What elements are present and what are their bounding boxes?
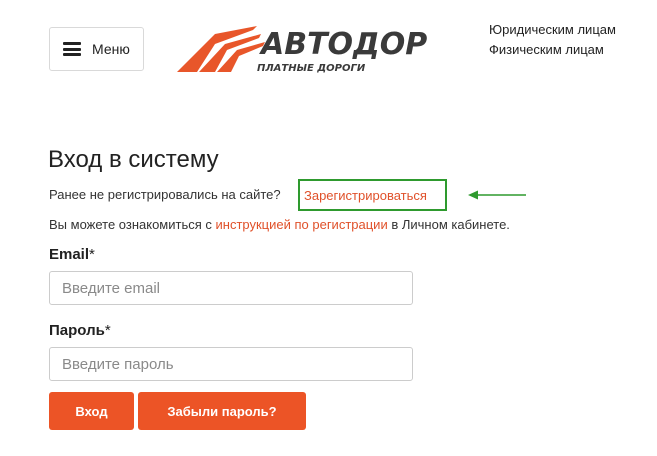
registration-instructions-link[interactable]: инструкцией по регистрации bbox=[216, 217, 388, 232]
avtodor-logo[interactable]: АВТОДОР ПЛАТНЫЕ ДОРОГИ bbox=[175, 24, 455, 76]
info-prefix: Вы можете ознакомиться с bbox=[49, 217, 216, 232]
page-title: Вход в систему bbox=[48, 146, 219, 173]
required-mark: * bbox=[104, 322, 111, 339]
logo-tagline-text: ПЛАТНЫЕ ДОРОГИ bbox=[257, 63, 366, 74]
link-legal-entities[interactable]: Юридическим лицам bbox=[489, 20, 616, 40]
password-field[interactable] bbox=[49, 347, 413, 381]
register-highlight: Зарегистрироваться bbox=[298, 179, 447, 211]
menu-label: Меню bbox=[92, 41, 130, 57]
email-field[interactable] bbox=[49, 271, 413, 305]
register-link[interactable]: Зарегистрироваться bbox=[304, 188, 427, 203]
forgot-password-button[interactable]: Забыли пароль? bbox=[138, 392, 306, 430]
link-individuals[interactable]: Физическим лицам bbox=[489, 40, 616, 60]
email-label: Email* bbox=[49, 246, 95, 263]
login-button[interactable]: Вход bbox=[49, 392, 134, 430]
logo-stripes-icon bbox=[177, 26, 265, 72]
required-mark: * bbox=[89, 246, 95, 263]
menu-button[interactable]: Меню bbox=[49, 27, 144, 71]
email-label-text: Email bbox=[49, 246, 90, 263]
logo-brand-text: АВТОДОР bbox=[259, 27, 427, 62]
top-links: Юридическим лицам Физическим лицам bbox=[489, 20, 616, 60]
password-label-text: Пароль bbox=[49, 322, 105, 339]
arrow-left-icon bbox=[468, 190, 526, 200]
registration-info: Вы можете ознакомиться с инструкцией по … bbox=[49, 217, 510, 232]
password-label: Пароль* bbox=[49, 322, 111, 339]
hamburger-icon bbox=[63, 42, 81, 56]
not-registered-text: Ранее не регистрировались на сайте? bbox=[49, 187, 281, 202]
info-suffix: в Личном кабинете. bbox=[387, 217, 510, 232]
